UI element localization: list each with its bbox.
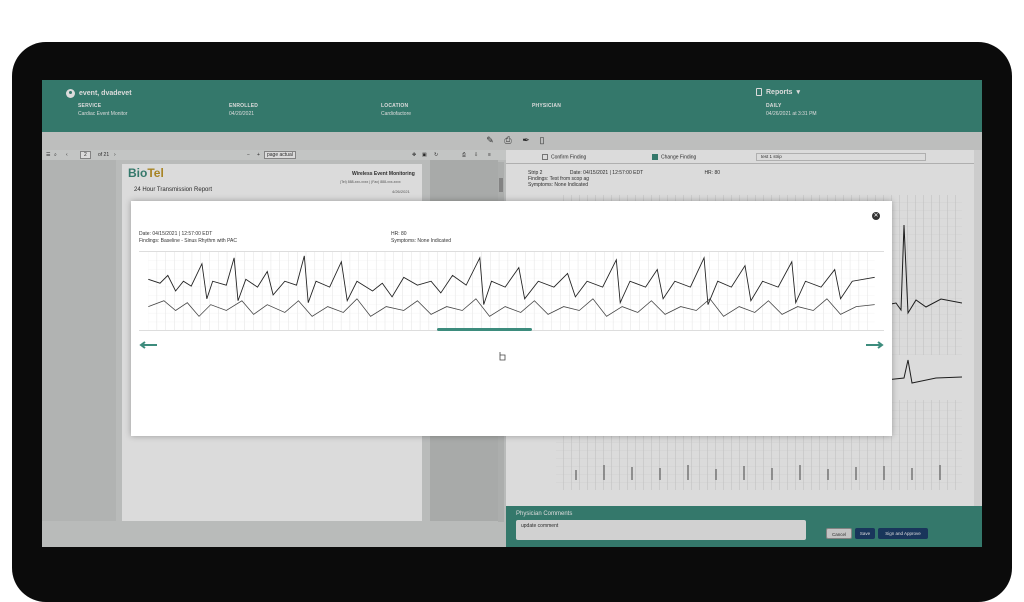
modal-date: Date: 04/15/2021 | 12:57:00 EDT — [139, 231, 213, 237]
arrow-right-icon[interactable] — [866, 341, 884, 349]
hand-cursor-icon — [499, 352, 506, 361]
modal-left-info: Date: 04/15/2021 | 12:57:00 EDT Findings… — [139, 231, 237, 245]
modal-strip-scrollbar[interactable] — [437, 328, 532, 331]
ecg-detail-modal: ✕ Date: 04/15/2021 | 12:57:00 EDT Findin… — [131, 201, 892, 436]
modal-symptoms: Symptoms: None Indicated — [391, 238, 452, 244]
app-screen: event, dvadevet SERVICE Cardiac Event Mo… — [42, 80, 982, 547]
arrow-left-icon[interactable] — [139, 341, 157, 349]
modal-ecg-strip — [139, 251, 884, 331]
modal-right-info: HR: 80 Symptoms: None Indicated — [391, 231, 451, 245]
modal-findings: Findings: Baseline - Sinus Rhythm with P… — [139, 238, 238, 244]
close-icon[interactable]: ✕ — [872, 212, 880, 220]
modal-hr: HR: 80 — [391, 231, 407, 237]
